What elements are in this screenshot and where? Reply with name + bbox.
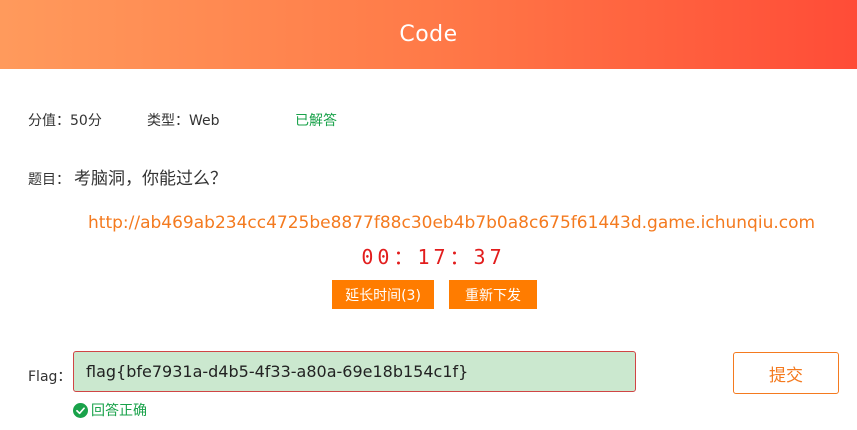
result-message: 回答正确 (73, 401, 147, 419)
extend-time-button[interactable]: 延长时间(3) (332, 280, 434, 309)
countdown-timer: 00：17：37 (361, 245, 506, 269)
page-title: Code (399, 22, 458, 47)
reissue-button[interactable]: 重新下发 (449, 280, 537, 309)
flag-label: Flag： (28, 369, 72, 385)
submit-button[interactable]: 提交 (733, 352, 839, 394)
status-badge: 已解答 (295, 113, 337, 129)
flag-input[interactable] (73, 351, 636, 392)
question: 题目： 考脑洞，你能过么？ (28, 164, 227, 189)
type-text: 类型：Web (147, 113, 220, 129)
header-bar: Code (0, 0, 857, 69)
result-text: 回答正确 (91, 403, 147, 419)
question-label: 题目： (28, 172, 70, 188)
question-text: 考脑洞，你能过么？ (74, 169, 227, 189)
challenge-page: Code 分值：50分 类型：Web 已解答 题目： 考脑洞，你能过么？ http… (0, 0, 857, 430)
score-text: 分值：50分 (28, 113, 102, 129)
challenge-url-link[interactable]: http://ab469ab234cc4725be8877f88c30eb4b7… (88, 213, 815, 233)
check-circle-icon (73, 402, 88, 418)
